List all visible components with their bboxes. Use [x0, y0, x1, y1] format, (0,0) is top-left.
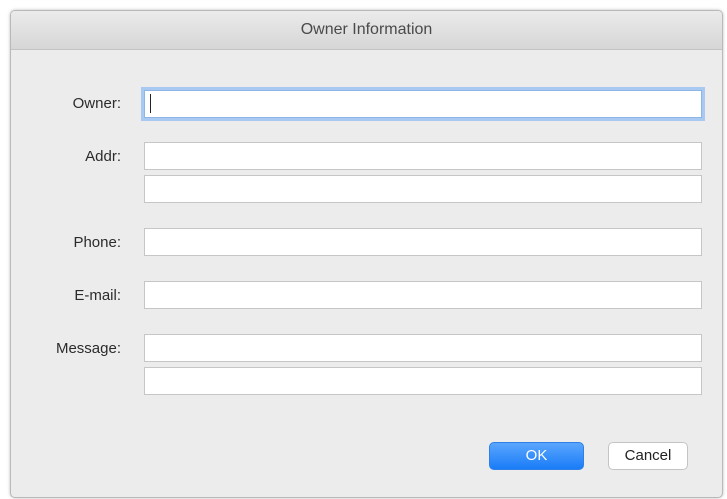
phone-label: Phone:: [73, 234, 121, 251]
email-field[interactable]: [144, 281, 702, 309]
owner-information-dialog: Owner Information Owner: Addr: Phone: E-…: [10, 10, 723, 498]
addr-label: Addr:: [85, 148, 121, 165]
owner-label: Owner:: [72, 95, 121, 112]
message-line2-field[interactable]: [144, 367, 702, 395]
phone-field[interactable]: [144, 228, 702, 256]
addr-line2-field[interactable]: [144, 175, 702, 203]
cancel-button[interactable]: Cancel: [608, 442, 688, 470]
text-caret: [150, 94, 151, 113]
dialog-title: Owner Information: [11, 11, 722, 50]
ok-button[interactable]: OK: [489, 442, 584, 470]
email-label: E-mail:: [74, 287, 121, 304]
owner-field[interactable]: [144, 90, 702, 118]
message-label: Message:: [55, 340, 121, 357]
message-line1-field[interactable]: [144, 334, 702, 362]
addr-line1-field[interactable]: [144, 142, 702, 170]
